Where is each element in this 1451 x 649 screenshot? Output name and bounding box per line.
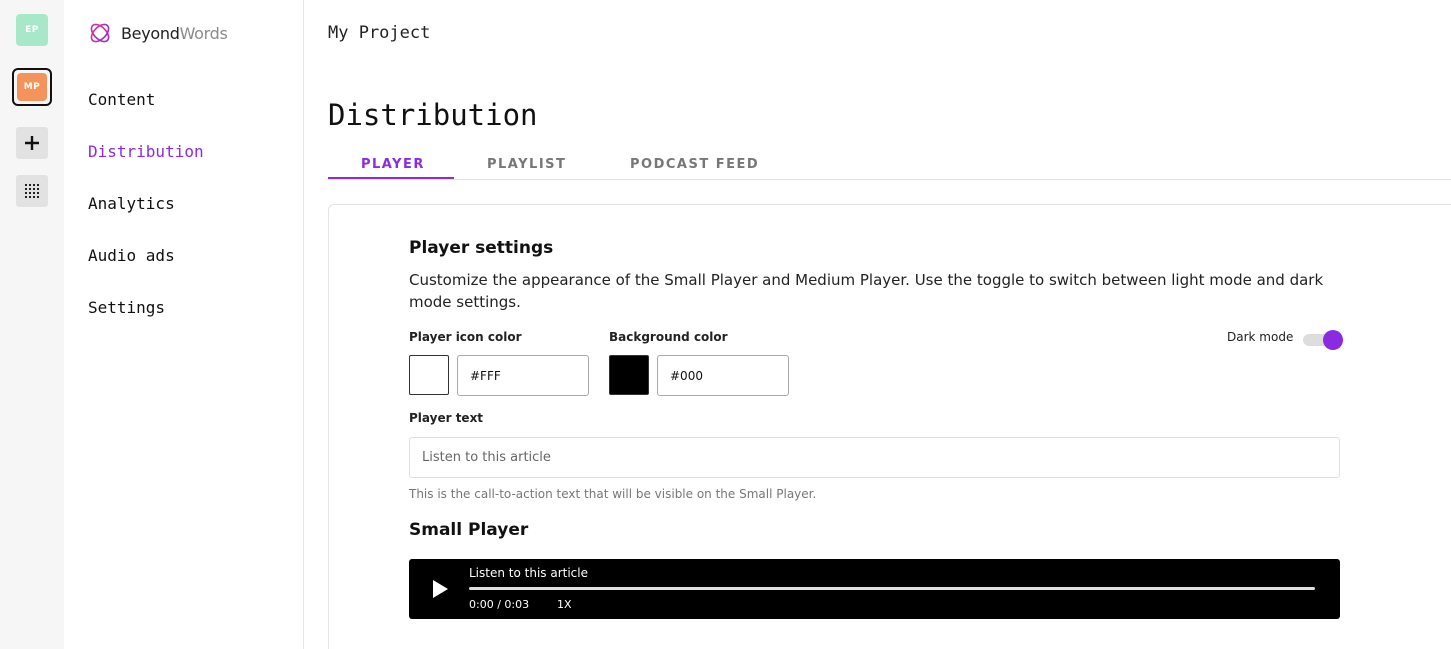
project-title: My Project	[328, 23, 431, 43]
section-description: Customize the appearance of the Small Pl…	[409, 271, 1324, 311]
sidebar-item-content[interactable]: Content	[88, 90, 155, 109]
plus-icon	[25, 136, 39, 150]
player-progress-bar[interactable]	[469, 587, 1315, 590]
player-time: 0:00 / 0:03	[469, 598, 530, 611]
workspace-ep-initials: EP	[25, 25, 39, 35]
active-tab-indicator	[328, 177, 454, 179]
background-color-label: Background color	[609, 330, 728, 344]
tab-podcast-feed[interactable]: PODCAST FEED	[630, 157, 759, 172]
page-title: Distribution	[328, 98, 538, 132]
playback-speed-button[interactable]: 1X	[557, 598, 572, 611]
sidebar-item-analytics[interactable]: Analytics	[88, 194, 175, 213]
player-preview-text: Listen to this article	[469, 566, 588, 580]
player-text-label: Player text	[409, 411, 484, 425]
background-color-swatch[interactable]	[609, 355, 649, 395]
brand-logo[interactable]: BeyondWords	[88, 21, 228, 45]
player-text-helper: This is the call-to-action text that wil…	[409, 487, 817, 501]
section-title: Player settings	[409, 238, 554, 258]
brand-name: BeyondWords	[121, 23, 228, 43]
sidebar-item-audio-ads[interactable]: Audio ads	[88, 246, 175, 265]
workspace-rail: EP MP	[0, 0, 64, 649]
tab-player[interactable]: PLAYER	[361, 157, 425, 172]
workspace-mp-selected-frame: MP	[12, 68, 52, 106]
dark-mode-label: Dark mode	[1227, 330, 1294, 344]
icon-color-input[interactable]	[457, 355, 589, 396]
player-settings-card: Player settings Customize the appearance…	[328, 204, 1451, 649]
beyondwords-logo-icon	[90, 23, 110, 43]
workspace-ep-avatar[interactable]: EP	[16, 14, 48, 46]
icon-color-swatch[interactable]	[409, 355, 449, 395]
toggle-knob	[1323, 330, 1343, 350]
tab-bar: PLAYER PLAYLIST PODCAST FEED	[328, 151, 1451, 180]
sidebar-item-settings[interactable]: Settings	[88, 298, 165, 317]
main-content: My Project Distribution PLAYER PLAYLIST …	[304, 0, 1451, 649]
player-text-input[interactable]	[409, 437, 1340, 478]
background-color-input[interactable]	[657, 355, 789, 396]
dark-mode-toggle[interactable]	[1303, 330, 1343, 350]
small-player-title: Small Player	[409, 520, 529, 540]
grid-icon	[25, 184, 39, 198]
small-player-preview: Listen to this article 0:00 / 0:03 1X	[409, 559, 1340, 619]
play-icon[interactable]	[429, 578, 451, 600]
sidebar: BeyondWords Content Distribution Analyti…	[64, 0, 304, 649]
sidebar-item-distribution[interactable]: Distribution	[88, 142, 204, 161]
apps-grid-button[interactable]	[16, 175, 48, 207]
workspace-mp-avatar[interactable]: MP	[17, 73, 47, 101]
tab-playlist[interactable]: PLAYLIST	[487, 157, 566, 172]
add-workspace-button[interactable]	[16, 127, 48, 159]
workspace-mp-initials: MP	[23, 82, 41, 92]
icon-color-label: Player icon color	[409, 330, 522, 344]
